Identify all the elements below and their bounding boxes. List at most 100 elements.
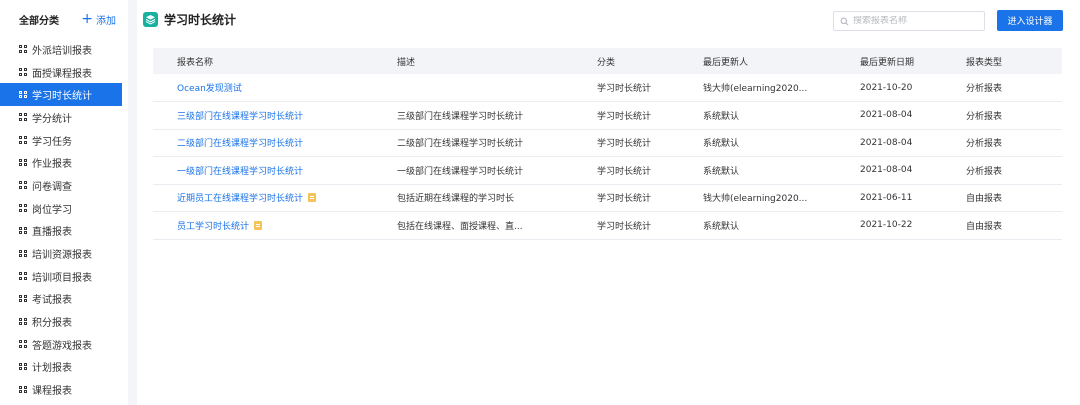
cell-date: 2021-08-04 (836, 101, 942, 130)
column-header: 分类 (573, 48, 679, 74)
cell-type: 分析报表 (942, 101, 1062, 130)
sidebar-title: 全部分类 (19, 15, 59, 27)
cell-type: 分析报表 (942, 129, 1062, 157)
enter-designer-button[interactable]: 进入设计器 (997, 10, 1063, 31)
grid-icon (19, 317, 27, 326)
cell-updater: 系统默认 (679, 129, 836, 157)
add-category-label: 添加 (96, 15, 116, 27)
grid-icon (19, 340, 27, 348)
grid-icon (19, 272, 27, 280)
cell-category: 学习时长统计 (573, 101, 679, 130)
search-box (833, 11, 985, 31)
cell-date: 2021-10-22 (836, 211, 942, 240)
table-row[interactable]: Ocean发现测试 学习时长统计 钱大帅(elearning2020... 2021-… (153, 74, 1062, 102)
sidebar-item[interactable]: 课程报表 (0, 378, 122, 401)
cell-category: 学习时长统计 (573, 74, 679, 102)
cell-category: 学习时长统计 (573, 129, 679, 157)
report-name-text: 三级部门在线课程学习时长统计 (177, 111, 304, 122)
grid-icon (19, 362, 27, 371)
grid-icon (19, 204, 27, 212)
sidebar-item-label: 作业报表 (32, 159, 72, 171)
table-body: Ocean发现测试 学习时长统计 钱大帅(elearning2020... 2021-… (153, 74, 1062, 240)
sidebar-item-label: 外派培训报表 (32, 45, 92, 57)
sidebar-item-label: 培训资源报表 (32, 250, 92, 262)
sidebar-list: 外派培训报表 面授课程报表学习时长统计学分统计学习任务作业报表问卷调查岗位学习直播… (0, 38, 128, 401)
cell-type: 分析报表 (942, 156, 1062, 185)
sidebar-item[interactable]: 培训项目报表 (0, 265, 122, 288)
report-name-text: 二级部门在线课程学习时长统计 (177, 139, 304, 150)
table-row[interactable]: 员工学习时长统计 包括在线课程、面授课程、直... 学习时长统计 系统默认 2021-1… (153, 211, 1062, 240)
cell-desc: 三级部门在线课程学习时长统计 (373, 101, 573, 130)
search-input[interactable] (853, 16, 983, 26)
sidebar-item-label: 课程报表 (32, 386, 72, 398)
sidebar-item[interactable]: 答题游戏报表 (0, 333, 122, 356)
sidebar-item[interactable]: 学分统计 (0, 106, 122, 129)
sidebar-item[interactable]: 岗位学习 (0, 197, 122, 220)
sidebar-item[interactable]: 作业报表 (0, 151, 122, 174)
header: 学习时长统计 进入设计器 (137, 0, 1080, 40)
table-row[interactable]: 一级部门在线课程学习时长统计 一级部门在线课程学习时长统计 学习时长统计 系统默认 20… (153, 156, 1062, 185)
sidebar-item-label: 学分统计 (32, 113, 72, 125)
cell-type: 自由报表 (942, 211, 1062, 240)
cell-updater: 系统默认 (679, 101, 836, 130)
grid-icon (19, 90, 27, 99)
report-name-text: Ocean发现测试 (177, 84, 242, 94)
report-name-link[interactable]: 一级部门在线课程学习时长统计 (153, 156, 373, 185)
cell-type: 自由报表 (942, 184, 1062, 212)
title-wrap: 学习时长统计 (143, 11, 236, 28)
sidebar-item[interactable]: 学习时长统计 (0, 83, 122, 107)
table-row[interactable]: 二级部门在线课程学习时长统计 二级部门在线课程学习时长统计 学习时长统计 系统默认 20… (153, 129, 1062, 157)
column-header: 最后更新人 (679, 48, 836, 74)
sidebar-item[interactable]: 学习任务 (0, 129, 122, 152)
cell-date: 2021-08-04 (836, 129, 942, 157)
report-name-link[interactable]: 员工学习时长统计 (153, 211, 373, 240)
table-row[interactable]: 三级部门在线课程学习时长统计 三级部门在线课程学习时长统计 学习时长统计 系统默认 20… (153, 101, 1062, 130)
sidebar-header: 全部分类 + 添加 (0, 0, 128, 38)
doc-icon (308, 193, 317, 203)
cell-date: 2021-10-20 (836, 74, 942, 102)
report-name-text: 员工学习时长统计 (177, 221, 250, 232)
cell-date: 2021-06-11 (836, 184, 942, 212)
sidebar-item-label: 考试报表 (32, 295, 72, 307)
cell-updater: 系统默认 (679, 156, 836, 185)
grid-icon (19, 385, 27, 394)
add-category-button[interactable]: + 添加 (81, 12, 116, 27)
report-name-text: 近期员工在线课程学习时长统计 (177, 194, 304, 205)
grid-icon (19, 113, 27, 121)
cell-desc: 包括在线课程、面授课程、直... (373, 211, 573, 240)
cell-updater: 钱大帅(elearning2020... (679, 74, 836, 102)
grid-icon (19, 294, 27, 303)
cell-type: 分析报表 (942, 74, 1062, 102)
column-header: 报表名称 (153, 48, 373, 74)
report-name-link[interactable]: 近期员工在线课程学习时长统计 (153, 184, 373, 212)
sidebar-item-label: 培训项目报表 (32, 272, 92, 284)
search-icon (840, 17, 849, 25)
cell-desc: 一级部门在线课程学习时长统计 (373, 156, 573, 185)
sidebar: 全部分类 + 添加 外派培训报表 面授课程报表学习时长统计学分统计学习任务作业报表… (0, 0, 128, 405)
sidebar-item[interactable]: 积分报表 (0, 310, 122, 333)
sidebar-item[interactable]: 考试报表 (0, 288, 122, 311)
sidebar-item[interactable]: 培训资源报表 (0, 242, 122, 265)
sidebar-item[interactable]: 问卷调查 (0, 174, 122, 197)
cell-desc: 包括近期在线课程的学习时长 (373, 184, 573, 212)
sidebar-item-label: 岗位学习 (32, 204, 72, 216)
cell-category: 学习时长统计 (573, 156, 679, 185)
page-title: 学习时长统计 (164, 13, 237, 27)
sidebar-item[interactable]: 计划报表 (0, 356, 122, 379)
sidebar-item-label: 问卷调查 (32, 181, 72, 193)
sidebar-item[interactable]: 面授课程报表 (0, 61, 122, 84)
cell-updater: 系统默认 (679, 211, 836, 240)
column-header: 报表类型 (942, 48, 1062, 74)
report-name-link[interactable]: 三级部门在线课程学习时长统计 (153, 101, 373, 130)
sidebar-item[interactable]: 外派培训报表 (0, 38, 122, 61)
sidebar-item-label: 面授课程报表 (32, 68, 92, 80)
report-name-link[interactable]: 二级部门在线课程学习时长统计 (153, 129, 373, 157)
report-name-text: 一级部门在线课程学习时长统计 (177, 166, 304, 177)
column-header: 最后更新日期 (836, 48, 942, 74)
report-name-link[interactable]: Ocean发现测试 (153, 74, 373, 102)
cell-category: 学习时长统计 (573, 211, 679, 240)
table-row[interactable]: 近期员工在线课程学习时长统计 包括近期在线课程的学习时长 学习时长统计 钱大帅(ele… (153, 184, 1062, 212)
doc-icon (254, 220, 263, 230)
sidebar-item-label: 积分报表 (32, 318, 72, 330)
sidebar-item[interactable]: 直播报表 (0, 220, 122, 243)
